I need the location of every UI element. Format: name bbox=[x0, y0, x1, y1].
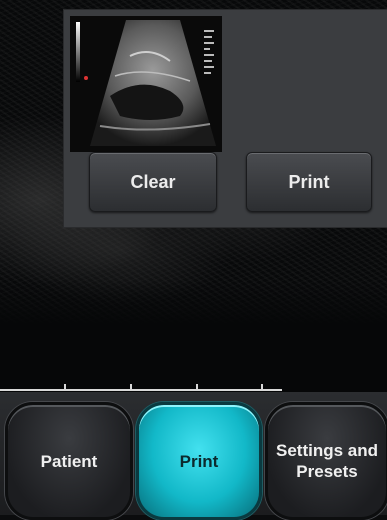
ruler-tick bbox=[261, 384, 263, 390]
patient-button[interactable]: Patient bbox=[5, 402, 133, 520]
ultrasound-thumbnail-image[interactable] bbox=[70, 16, 222, 152]
depth-ruler bbox=[0, 384, 282, 392]
print-preview-panel: Clear Print bbox=[64, 10, 387, 227]
clear-button[interactable]: Clear bbox=[89, 152, 217, 212]
ruler-tick bbox=[130, 384, 132, 390]
settings-and-presets-button[interactable]: Settings and Presets bbox=[265, 402, 387, 520]
ruler-tick bbox=[196, 384, 198, 390]
ruler-tick bbox=[64, 384, 66, 390]
ruler-line bbox=[0, 389, 282, 391]
scan-shadow bbox=[0, 280, 387, 392]
ultrasound-thumbnail-icon bbox=[70, 16, 222, 152]
print-tab-button[interactable]: Print bbox=[136, 402, 262, 520]
print-preview-button[interactable]: Print bbox=[246, 152, 372, 212]
